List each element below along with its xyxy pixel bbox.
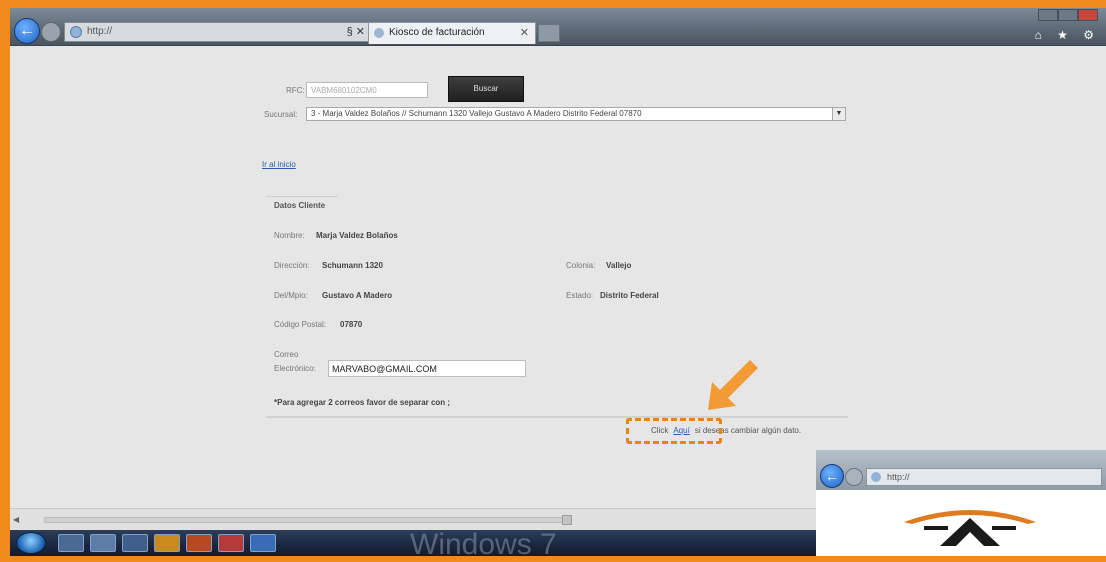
email-note: *Para agregar 2 correos favor de separar… [274, 398, 451, 407]
footer-divider [266, 416, 848, 418]
sucursal-value: 3 - Marja Valdez Bolaños // Schumann 132… [311, 109, 642, 118]
inset-browser-screenshot: ← http:// [816, 450, 1106, 556]
forward-arrow-icon[interactable] [41, 22, 61, 42]
inset-globe-icon [871, 472, 881, 482]
nombre-value: Marja Valdez Bolaños [316, 231, 398, 240]
address-text: http:// [87, 26, 113, 37]
buscar-button[interactable]: Buscar [448, 76, 524, 102]
tab-title: Kiosco de facturación [389, 27, 485, 38]
back-arrow-icon[interactable]: ← [14, 18, 40, 44]
taskbar-app-icon[interactable] [218, 534, 244, 552]
windows-7-watermark: Windows 7 [410, 528, 557, 561]
delmpio-value: Gustavo A Madero [322, 291, 393, 300]
address-bar[interactable]: http:// § ✕ [64, 22, 370, 42]
minimize-icon[interactable] [1038, 9, 1058, 21]
sucursal-select[interactable]: 3 - Marja Valdez Bolaños // Schumann 132… [306, 107, 846, 121]
pointer-arrow-icon [708, 360, 758, 410]
inset-browser-toolbar: ← http:// [816, 450, 1106, 490]
address-stop-icon[interactable]: § ✕ [347, 23, 365, 41]
datos-cliente-heading: Datos Cliente [274, 201, 326, 210]
colonia-label: Colonia: [566, 261, 596, 270]
ir-al-inicio-link[interactable]: Ir al inicio [262, 160, 296, 169]
estado-value: Distrito Federal [600, 291, 659, 300]
sucursal-label: Sucursal: [264, 110, 298, 119]
globe-icon [70, 26, 82, 38]
colonia-value: Vallejo [606, 261, 632, 270]
scroll-track[interactable] [44, 517, 564, 523]
start-button[interactable] [16, 532, 46, 554]
chevron-down-icon[interactable]: ▼ [832, 108, 845, 120]
inset-address-bar[interactable]: http:// [866, 468, 1102, 486]
email-field[interactable] [328, 360, 526, 377]
company-logo-icon [904, 510, 1036, 546]
delmpio-label: Del/Mpio: [274, 291, 308, 300]
orange-frame-left [0, 0, 10, 556]
estado-label: Estado: [566, 291, 594, 300]
taskbar-word-icon[interactable] [250, 534, 276, 552]
inset-address-text: http:// [887, 472, 910, 482]
tab-close-icon[interactable]: ✕ [520, 23, 529, 43]
correo-label: Correo [274, 350, 299, 359]
browser-toolbar: ← http:// § ✕ Kiosco de facturación ✕ ⌂ … [10, 8, 1106, 46]
electronico-label: Electrónico: [274, 364, 316, 373]
taskbar-folder-icon[interactable] [154, 534, 180, 552]
tab-kiosco[interactable]: Kiosco de facturación ✕ [368, 22, 536, 44]
inset-forward-arrow-icon[interactable] [845, 468, 863, 486]
close-icon[interactable] [1078, 9, 1098, 21]
rfc-input[interactable] [306, 82, 428, 98]
codigo-postal-label: Código Postal: [274, 320, 327, 329]
scroll-thumb[interactable] [562, 515, 572, 525]
horizontal-scrollbar[interactable]: ◀ [10, 508, 816, 530]
direccion-value: Schumann 1320 [322, 261, 383, 270]
windows-taskbar: Windows 7 [10, 528, 816, 561]
page-content: RFC: Buscar Sucursal: 3 - Marja Valdez B… [10, 46, 1106, 508]
direccion-label: Dirección: [274, 261, 310, 270]
taskbar-ie-icon[interactable] [58, 534, 84, 552]
highlight-dashed-box [626, 418, 722, 444]
scroll-left-icon[interactable]: ◀ [13, 515, 19, 524]
tab-favicon-icon [374, 28, 384, 38]
rfc-label: RFC: [286, 86, 305, 95]
codigo-postal-value: 07870 [340, 320, 363, 329]
inset-back-arrow-icon[interactable]: ← [820, 464, 844, 488]
home-favorites-tools-icons[interactable]: ⌂ ★ ⚙ [1035, 28, 1100, 42]
taskbar-explorer-icon[interactable] [90, 534, 116, 552]
nombre-label: Nombre: [274, 231, 305, 240]
maximize-icon[interactable] [1058, 9, 1078, 21]
window-controls [1038, 8, 1104, 22]
new-tab-button[interactable] [538, 24, 560, 42]
orange-frame-top [0, 0, 1106, 8]
taskbar-media-icon[interactable] [122, 534, 148, 552]
section-divider [266, 196, 338, 197]
taskbar-powerpoint-icon[interactable] [186, 534, 212, 552]
